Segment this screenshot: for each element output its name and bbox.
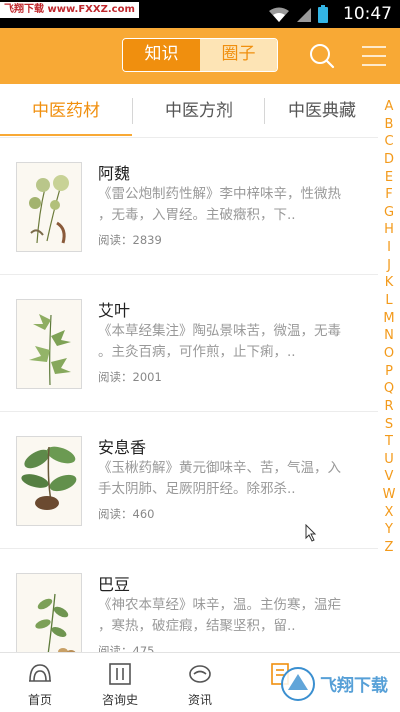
alphabet-letter[interactable]: G — [384, 204, 394, 222]
herb-description: 《神农本草经》味辛，温。主伤寒，温疟 ，寒热，破症瘕，结聚坚积，留.. — [98, 595, 368, 637]
description-line: 《本草经集注》陶弘景味苦，微温，无毒 — [98, 323, 341, 339]
wifi-icon — [269, 7, 289, 22]
nav-history[interactable]: 咨询史 — [80, 653, 160, 712]
tab-divider — [264, 98, 265, 124]
alphabet-letter[interactable]: Z — [385, 539, 394, 557]
alphabet-letter[interactable]: N — [384, 327, 394, 345]
read-count: 阅读：2001 — [98, 370, 162, 384]
alphabet-letter[interactable]: X — [385, 504, 394, 522]
alphabet-letter[interactable]: P — [385, 363, 393, 381]
tab-divider — [132, 98, 133, 124]
herb-name: 阿魏 — [98, 164, 131, 183]
description-line: 。主灸百病，可作煎，止下痢，.. — [98, 344, 296, 360]
segment-knowledge[interactable]: 知识 — [123, 39, 200, 71]
list-item[interactable]: 安息香 《玉楸药解》黄元御味辛、苦，气温，入 手太阴肺、足厥阴肝经。除邪杀.. … — [0, 412, 378, 549]
alphabet-letter[interactable]: H — [384, 221, 394, 239]
herb-description: 《本草经集注》陶弘景味苦，微温，无毒 。主灸百病，可作煎，止下痢，.. — [98, 321, 368, 363]
read-count: 阅读：2839 — [98, 233, 162, 247]
alphabet-letter[interactable]: U — [384, 451, 394, 469]
alphabet-letter[interactable]: Q — [384, 380, 394, 398]
battery-icon — [318, 5, 328, 23]
category-tabs: 中医药材 中医方剂 中医典藏 — [0, 84, 378, 138]
news-icon — [189, 665, 211, 683]
herb-thumbnail — [16, 299, 82, 389]
logo-watermark: 飞翔下载 — [281, 667, 388, 701]
alphabet-letter[interactable]: I — [387, 239, 391, 257]
active-tab-indicator — [0, 134, 132, 136]
top-bar: 知识 圈子 — [0, 28, 400, 84]
description-line: 《神农本草经》味辛，温。主伤寒，温疟 — [98, 597, 341, 613]
history-icon — [109, 663, 131, 685]
list-item[interactable]: 艾叶 《本草经集注》陶弘景味苦，微温，无毒 。主灸百病，可作煎，止下痢，.. 阅… — [0, 275, 378, 412]
alphabet-letter[interactable]: F — [385, 186, 392, 204]
search-icon[interactable] — [306, 40, 338, 72]
description-line: 《玉楸药解》黄元御味辛、苦，气温，入 — [98, 460, 341, 476]
alphabet-letter[interactable]: D — [384, 151, 394, 169]
read-count: 阅读：460 — [98, 507, 155, 521]
status-icons — [268, 5, 328, 23]
herb-thumbnail — [16, 436, 82, 526]
read-count: 阅读：475 — [98, 644, 155, 652]
herb-name: 艾叶 — [98, 301, 131, 320]
description-line: ，寒热，破症瘕，结聚坚积，留.. — [98, 618, 296, 634]
nav-label: 咨询史 — [101, 693, 138, 707]
description-line: ，无毒，入胃经。主破癥积，下.. — [98, 207, 296, 223]
list-item[interactable]: 巴豆 《神农本草经》味辛，温。主伤寒，温疟 ，寒热，破症瘕，结聚坚积，留.. 阅… — [0, 549, 378, 652]
svg-text:飞翔下载: 飞翔下载 — [320, 675, 388, 696]
alphabet-index[interactable]: ABCDEFGHIJKLMNOPQRSTUVWXYZ — [378, 98, 400, 558]
alphabet-letter[interactable]: T — [385, 433, 393, 451]
status-bar: 飞翔下载 www.FXXZ.com 10:47 — [0, 0, 400, 28]
menu-icon[interactable] — [358, 40, 390, 72]
alphabet-letter[interactable]: C — [384, 133, 393, 151]
clock: 10:47 — [343, 4, 392, 24]
description-line: 手太阴肺、足厥阴肝经。除邪杀.. — [98, 481, 296, 497]
list-item[interactable]: 阿魏 《雷公炮制药性解》李中梓味辛，性微热 ，无毒，入胃经。主破癥积，下.. 阅… — [0, 138, 378, 275]
alphabet-letter[interactable]: R — [384, 398, 393, 416]
herb-list: 阿魏 《雷公炮制药性解》李中梓味辛，性微热 ，无毒，入胃经。主破癥积，下.. 阅… — [0, 138, 378, 652]
alphabet-letter[interactable]: J — [387, 257, 391, 275]
description-line: 《雷公炮制药性解》李中梓味辛，性微热 — [98, 186, 341, 202]
segment-control: 知识 圈子 — [122, 38, 278, 72]
herb-description: 《雷公炮制药性解》李中梓味辛，性微热 ，无毒，入胃经。主破癥积，下.. — [98, 184, 368, 226]
herb-description: 《玉楸药解》黄元御味辛、苦，气温，入 手太阴肺、足厥阴肝经。除邪杀.. — [98, 458, 368, 500]
alphabet-letter[interactable]: W — [383, 486, 396, 504]
alphabet-letter[interactable]: K — [385, 274, 394, 292]
cursor-icon — [305, 524, 317, 542]
tab-formulas[interactable]: 中医方剂 — [134, 84, 264, 138]
alphabet-letter[interactable]: V — [385, 468, 394, 486]
nav-label: 首页 — [27, 693, 52, 707]
alphabet-letter[interactable]: L — [385, 292, 392, 310]
herb-name: 巴豆 — [98, 575, 131, 594]
alphabet-letter[interactable]: B — [385, 116, 394, 134]
nav-home[interactable]: 首页 — [0, 653, 80, 712]
herb-name: 安息香 — [98, 438, 147, 457]
nav-news[interactable]: 资讯 — [160, 653, 240, 712]
alphabet-letter[interactable]: S — [385, 416, 393, 434]
tab-classics[interactable]: 中医典藏 — [266, 84, 378, 138]
alphabet-letter[interactable]: A — [385, 98, 394, 116]
watermark-label: 飞翔下载 www.FXXZ.com — [0, 2, 139, 18]
alphabet-letter[interactable]: O — [384, 345, 394, 363]
home-icon — [29, 664, 51, 682]
alphabet-letter[interactable]: Y — [385, 521, 393, 539]
tab-herbs[interactable]: 中医药材 — [0, 84, 132, 138]
signal-icon — [297, 8, 311, 22]
herb-thumbnail — [16, 162, 82, 252]
alphabet-letter[interactable]: M — [383, 310, 394, 328]
alphabet-letter[interactable]: E — [385, 169, 393, 187]
segment-circle[interactable]: 圈子 — [200, 39, 277, 71]
nav-label: 资讯 — [187, 693, 212, 707]
herb-thumbnail — [16, 573, 82, 652]
